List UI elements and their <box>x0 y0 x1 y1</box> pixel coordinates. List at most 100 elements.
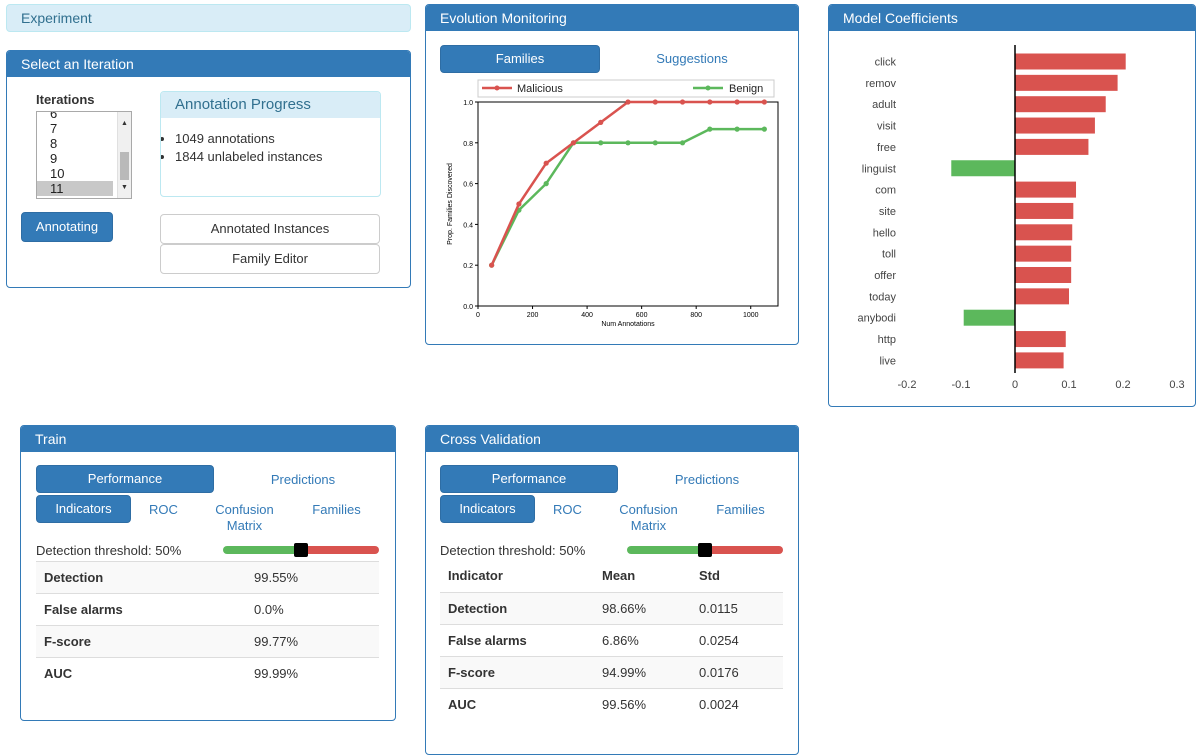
x-tick-label: 800 <box>690 312 702 319</box>
metric-mean: 99.56% <box>594 687 691 720</box>
y-tick-label: 1.0 <box>463 100 473 107</box>
data-point-benign <box>543 181 549 187</box>
slider-track-left[interactable] <box>223 546 301 554</box>
train-subtab-families[interactable]: Families <box>294 502 379 517</box>
legend-label: Benign <box>729 83 763 95</box>
coef-category-label: free <box>877 142 896 154</box>
iteration-option[interactable]: 11 <box>37 181 113 196</box>
coef-category-label: anybodi <box>857 313 896 325</box>
metric-label: Detection <box>36 561 246 594</box>
coef-bar <box>963 309 1015 326</box>
chart-legend: Malicious Benign <box>477 79 775 98</box>
scroll-up-icon[interactable]: ▲ <box>121 116 128 131</box>
family-editor-button[interactable]: Family Editor <box>160 244 380 274</box>
coef-category-label: offer <box>874 270 896 282</box>
y-tick-label: 0.6 <box>463 182 473 189</box>
coef-x-tick-label: 0 <box>1012 379 1018 391</box>
data-point-malicious <box>734 99 740 105</box>
coef-bar <box>1015 74 1118 91</box>
train-subtab-confusion-matrix[interactable]: Confusion Matrix <box>202 502 287 534</box>
table-row: False alarms 6.86% 0.0254 <box>440 623 783 656</box>
evolution-panel-title: Evolution Monitoring <box>426 5 798 31</box>
metric-std: 0.0254 <box>691 623 783 656</box>
data-point-malicious <box>707 99 713 105</box>
coef-x-tick-label: 0.2 <box>1115 379 1130 391</box>
cv-subtab-confusion-matrix[interactable]: Confusion Matrix <box>606 502 691 534</box>
train-subtab-roc[interactable]: ROC <box>131 502 196 517</box>
metric-std: 0.0176 <box>691 655 783 688</box>
metric-label: AUC <box>440 687 594 720</box>
y-axis-label: Prop. Families Discovered <box>447 163 454 245</box>
metric-std: 0.0115 <box>691 591 783 624</box>
train-panel-title: Train <box>21 426 395 452</box>
cv-subtab-families[interactable]: Families <box>698 502 783 517</box>
cv-header-indicator: Indicator <box>448 568 503 584</box>
slider-track-right[interactable] <box>705 546 783 554</box>
data-point-malicious <box>625 99 631 105</box>
scrollbar-thumb[interactable] <box>120 152 129 180</box>
cv-tab-predictions[interactable]: Predictions <box>618 472 796 487</box>
annotated-instances-button[interactable]: Annotated Instances <box>160 214 380 244</box>
train-tab-predictions[interactable]: Predictions <box>214 472 392 487</box>
iterations-label: Iterations <box>36 92 95 107</box>
x-tick-label: 600 <box>636 312 648 319</box>
cv-threshold-label: Detection threshold: 50% <box>440 543 586 558</box>
coef-bar <box>1015 352 1064 369</box>
coef-bar <box>1015 331 1066 348</box>
coef-category-label: click <box>875 57 897 69</box>
metric-value: 99.55% <box>246 561 379 594</box>
train-threshold-label: Detection threshold: 50% <box>36 543 182 558</box>
data-point-benign <box>679 140 686 146</box>
cv-header-std: Std <box>699 568 720 584</box>
data-point-benign <box>625 140 631 146</box>
train-metrics-table: Detection 99.55% False alarms 0.0% F-score 99… <box>36 561 379 690</box>
metric-label: F-score <box>440 655 594 688</box>
coef-category-label: visit <box>877 121 896 133</box>
cv-header-mean: Mean <box>602 568 636 584</box>
slider-knob[interactable] <box>294 543 308 557</box>
train-subtab-indicators[interactable]: Indicators <box>36 495 131 523</box>
coef-x-tick-label: 0.1 <box>1061 379 1076 391</box>
metric-label: F-score <box>36 625 246 658</box>
listbox-scrollbar[interactable]: ▲ ▼ <box>117 112 131 198</box>
iterations-listbox[interactable]: 6 7 8 9 10 11 ▲ ▼ <box>36 111 132 199</box>
coef-category-label: com <box>875 185 896 197</box>
table-row: AUC 99.56% 0.0024 <box>440 687 783 720</box>
plot-frame <box>477 101 779 307</box>
x-axis-label: Num Annotations <box>601 321 655 328</box>
coef-bar <box>1015 117 1095 134</box>
metric-mean: 94.99% <box>594 655 691 688</box>
table-row: AUC 99.99% <box>36 657 379 690</box>
data-point-malicious <box>598 119 604 125</box>
coef-category-label: http <box>878 334 896 346</box>
annotating-button[interactable]: Annotating <box>21 212 113 242</box>
slider-track-left[interactable] <box>627 546 705 554</box>
legend-marker <box>705 85 711 91</box>
coefficients-panel-title: Model Coefficients <box>829 5 1195 31</box>
annotations-count: 1049 annotations <box>175 130 380 148</box>
coef-bar <box>1015 96 1106 113</box>
evolution-panel: Evolution Monitoring Families Suggestion… <box>425 4 799 345</box>
experiment-header[interactable]: Experiment <box>6 4 411 32</box>
metric-mean: 6.86% <box>594 623 691 656</box>
coef-x-tick-label: -0.1 <box>952 379 971 391</box>
x-tick-label: 0 <box>476 312 480 319</box>
coef-bar <box>1015 288 1069 305</box>
data-point-benign <box>598 140 604 146</box>
coef-x-tick-label: -0.2 <box>898 379 917 391</box>
cv-subtab-roc[interactable]: ROC <box>535 502 600 517</box>
scroll-down-icon[interactable]: ▼ <box>121 180 128 195</box>
cv-tab-performance[interactable]: Performance <box>440 465 618 493</box>
coef-bar <box>1015 245 1072 262</box>
train-tab-performance[interactable]: Performance <box>36 465 214 493</box>
cv-subtab-indicators[interactable]: Indicators <box>440 495 535 523</box>
slider-knob[interactable] <box>698 543 712 557</box>
table-row: F-score 94.99% 0.0176 <box>440 655 783 688</box>
tab-families[interactable]: Families <box>440 45 600 73</box>
data-point-malicious <box>679 99 686 105</box>
table-row: False alarms 0.0% <box>36 593 379 626</box>
coef-x-tick-label: 0.3 <box>1169 379 1184 391</box>
tab-suggestions[interactable]: Suggestions <box>612 51 772 66</box>
metric-label: Detection <box>440 591 594 624</box>
slider-track-right[interactable] <box>301 546 379 554</box>
